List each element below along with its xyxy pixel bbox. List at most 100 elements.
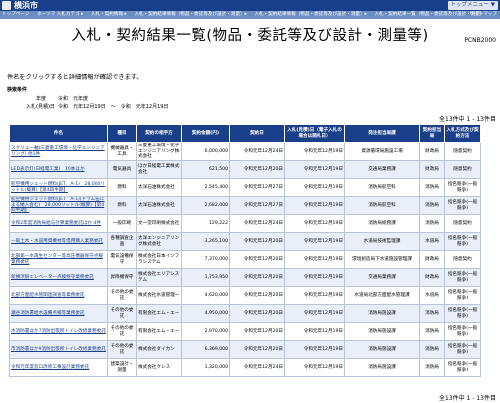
sitemap-link[interactable]: サイトマップ (469, 11, 497, 19)
col-header-contract-bureau[interactable]: 契約担当局 (419, 124, 445, 143)
cell-contract-date: 令和元年12月20日 (229, 322, 285, 341)
breadcrumb-item[interactable]: 入札・契約結果情報（物品・委託等及び設計・測量）▸ (134, 12, 247, 17)
col-header-contractor[interactable]: 契約の相手方 (136, 124, 182, 143)
cell-contractor: 三菱重工環境・化学エンジニアリング株式会社 (136, 142, 182, 161)
intro-text: 件名をクリックすると詳細情報が確認できます。 (7, 74, 143, 81)
cell-method: 随意契約 (444, 214, 481, 233)
result-count-top: 全13件中 1 - 13件目 (439, 116, 496, 123)
cell-method: 指名競争(一般競争) (444, 358, 481, 377)
cell-department: 消防局施設課 (344, 358, 420, 377)
cell-category: 電気器具 (107, 160, 137, 179)
cell-name[interactable]: 令和元年度窓口改修工事設計業務委託 (9, 358, 108, 377)
cell-contract-date: 令和元年12月20日 (229, 268, 285, 287)
cell-contract-date: 令和元年12月20日 (229, 304, 285, 323)
cell-contractor: 株式会社ダイカン (136, 340, 182, 359)
col-header-category[interactable]: 種目 (107, 124, 137, 143)
col-header-bid-date[interactable]: 入札(見積)日（電子入札の場合は開札日） (284, 124, 345, 143)
cell-contractor: 太洋石油株式会社 (136, 196, 182, 215)
cell-name[interactable]: 令和2年度消防局給与計算業務委託ほか 4件 (9, 214, 108, 233)
table-row: 航空機用ジェット燃料(JET A-1) 28,000リットル(概算)【第4四半期… (9, 178, 481, 197)
breadcrumb-item[interactable]: ホーツマ 入札カテゴ ▸ (37, 12, 83, 17)
cell-contract-bureau: 消防局 (419, 322, 445, 341)
cell-name[interactable]: 市消防署ほか9消防出張所トイレ改修業務委託 (9, 340, 108, 359)
cell-contract-bureau: 水道局 (419, 286, 445, 305)
cell-name[interactable]: 瀬谷消防署給水設備点検等業務委託 (9, 304, 108, 323)
cell-amount: 6,369,000 (181, 340, 230, 359)
search-conditions-title: 検索条件 (7, 87, 28, 93)
cell-category: 燃料 (107, 196, 137, 215)
cell-category: その他の委託 (107, 304, 137, 323)
cell-contract-date: 令和元年12月24日 (229, 214, 285, 233)
cell-contract-bureau: 水道局 (419, 232, 445, 251)
cell-department: 交通局業務課 (344, 160, 420, 179)
cell-contract-date: 令和元年12月20日 (229, 250, 285, 269)
cell-contract-date: 令和元年12月24日 (229, 358, 285, 377)
cell-contract-date: 令和元年12月27日 (229, 178, 285, 197)
table-row: 水消防署ほか7消防出張所トイレ改修業務委託 その他の委託 有限会社エム・エー 2,97… (9, 322, 481, 341)
cell-name[interactable]: 水消防署ほか7消防出張所トイレ改修業務委託 (9, 322, 108, 341)
cell-name[interactable]: 一般土木・水道用資機材等借用購入業務委託 (9, 232, 108, 251)
cell-name[interactable]: LED表示灯(日経電工業) 10本ほか (9, 160, 108, 179)
city-logo-icon[interactable] (2, 1, 11, 10)
cell-contract-bureau: 消防局 (419, 358, 445, 377)
cell-name[interactable]: 航空機用ジェット燃料(JET A-1)(ドラム缶による納入含む) 28,000リ… (9, 196, 108, 215)
cell-contract-bureau: 財政局 (419, 268, 445, 287)
breadcrumb-item[interactable]: 入札・契約結果情報（物品・委託等及び設計・測量）▸ (254, 12, 367, 17)
cell-department: 水道局技術監理課 (344, 232, 420, 251)
col-header-contract-date[interactable]: 契約日 (229, 124, 285, 143)
cell-category: 建築設計・測量 (107, 358, 137, 377)
cell-department: 水道局北部方面配水管理課 (344, 286, 420, 305)
cell-bid-date: 令和元年12月19日 (284, 196, 345, 215)
cell-method: 指名競争(一般競争) (444, 232, 481, 251)
cell-contract-date: 令和元年12月24日 (229, 142, 285, 161)
cell-department: 消防局施設課 (344, 304, 420, 323)
cell-contractor: 太洋エンジニアリング株式会社 (136, 232, 182, 251)
cell-contract-bureau: 財政局 (419, 160, 445, 179)
cell-department: 消防局施設課 (344, 340, 420, 359)
year-label: 年度 (36, 96, 47, 102)
cell-contractor: 株式会社エリアシステム (136, 268, 182, 287)
cell-bid-date: 令和元年12月19日 (284, 268, 345, 287)
cell-category: その他の委託 (107, 322, 137, 341)
cell-name[interactable]: 航空機用ジェット燃料(JET A-1) 28,000リットル(概算)【第4四半期… (9, 178, 108, 197)
col-header-method[interactable]: 入札方式及び契約方法 (444, 124, 481, 143)
cell-contract-bureau: 消防局 (419, 196, 445, 215)
cell-name[interactable]: 新横浜駅エレベーター点検保守業務委託 (9, 268, 108, 287)
cell-amount: 6,000,000 (181, 142, 230, 161)
table-row: LED表示灯(日経電工業) 10本ほか 電気器具 ほか日経電工業株式会社 621,50… (9, 160, 481, 179)
cell-amount: 4,620,000 (181, 286, 230, 305)
cell-contractor: 文一堂印刷株式会社 (136, 214, 182, 233)
col-header-name[interactable]: 件名 (9, 124, 108, 143)
top-menu-button[interactable]: トップメニュー ▼ (447, 1, 498, 10)
cell-department: 資源循環局施設工場 (344, 142, 420, 161)
cell-amount: 3,265,100 (181, 232, 230, 251)
cell-contract-date: 令和元年12月20日 (229, 160, 285, 179)
cell-method: 随意契約 (444, 160, 481, 179)
cell-contract-bureau: 消防局 (419, 214, 445, 233)
col-header-department[interactable]: 発注担当局課 (344, 124, 420, 143)
cell-bid-date: 令和元年12月19日 (284, 160, 345, 179)
cell-contract-bureau: 消防局 (419, 178, 445, 197)
cell-bid-date: 令和元年12月19日 (284, 358, 345, 377)
site-title[interactable]: 横浜市 (14, 0, 38, 11)
cell-amount: 2,545,400 (181, 178, 230, 197)
breadcrumb-item[interactable]: 入札・契約情報 ▸ (91, 12, 127, 17)
cell-category: その他の委託 (107, 286, 137, 305)
cell-name[interactable]: 北部第一水再生センター等高圧機器保守点検業務委託 (9, 250, 108, 269)
cell-category: 燃料 (107, 178, 137, 197)
cell-amount: 4,950,000 (181, 304, 230, 323)
cell-name[interactable]: 北部方面配水管関連調査等業務委託 (9, 286, 108, 305)
cell-amount: 1,753,950 (181, 268, 230, 287)
col-header-amount[interactable]: 契約金額(円) (181, 124, 230, 143)
breadcrumb-item: 入札・契約結果一覧（物品・委託等及び設計・測量） (374, 12, 485, 17)
table-row: 航空機用ジェット燃料(JET A-1)(ドラム缶による納入含む) 28,000リ… (9, 196, 481, 215)
cell-method: 指名競争(一般競争) (444, 196, 481, 215)
cell-category: その他の委託 (107, 340, 137, 359)
cell-department: 環境創造局下水道施設管理課 (344, 250, 420, 269)
breadcrumb-item[interactable]: トップページ (2, 12, 29, 17)
table-row: 市消防署ほか9消防出張所トイレ改修業務委託 その他の委託 株式会社ダイカン 6,369… (9, 340, 481, 359)
cell-name[interactable]: スクリュー軸(三菱重工環境・化学エンジニアリング) 他1件 (9, 142, 108, 161)
table-row: 新横浜駅エレベーター点検保守業務委託 昇降機保守 株式会社エリアシステム 1,753,… (9, 268, 481, 287)
breadcrumb: トップページ ホーツマ 入札カテゴ ▸ 入札・契約情報 ▸ 入札・契約結果情報（… (2, 11, 491, 19)
cell-method: 指名競争(一般競争) (444, 268, 481, 287)
